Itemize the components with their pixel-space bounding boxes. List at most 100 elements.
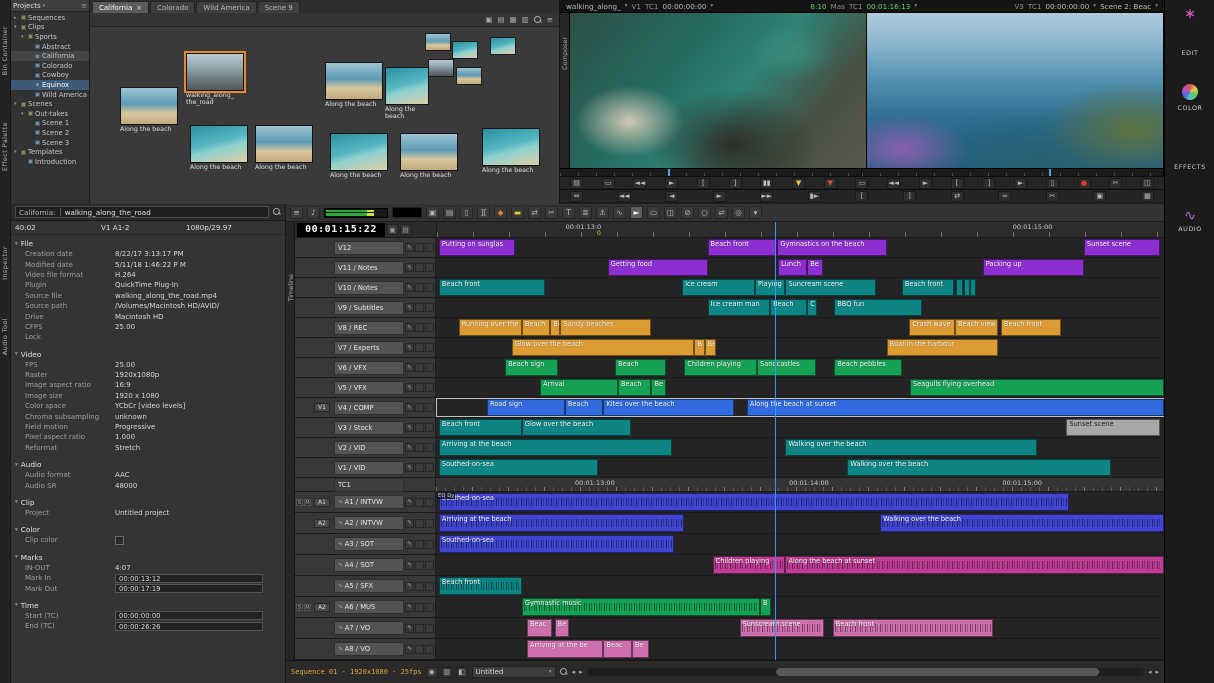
bin-clip-thumbnail[interactable]: Along the beach [482,128,540,174]
track-selector-v10-notes[interactable]: V10 / Notes [334,281,404,295]
timeline-clip[interactable] [964,279,970,296]
section-header-video[interactable]: ▾Video [11,349,285,360]
mini-frame[interactable] [490,37,516,55]
record-clip-dropdown[interactable]: Scene 2: Beac [1100,2,1151,11]
field-value-box[interactable]: 00:00:17:19 [115,584,263,593]
timeline-clip[interactable]: Kites over the beach [603,399,734,416]
track-lock-toggle[interactable] [425,343,434,352]
rewind-record-button[interactable]: ◄◄ [887,178,900,189]
scroll-right-icon[interactable]: ▸ [579,668,583,676]
track-lane-a4-sot[interactable]: Children playingAlong the beach at sunse… [436,555,1164,575]
track-monitor-toggle[interactable] [415,519,424,528]
track-selector-v11-notes[interactable]: V11 / Notes [334,261,404,275]
nav-color[interactable]: COLOR [1165,84,1214,112]
tree-item-scenes[interactable]: ▾Scenes [11,99,89,109]
mute-button[interactable]: M [304,604,311,611]
timeline-clip[interactable]: Arriving at the beach [439,514,684,532]
timeline-clip[interactable]: Be [651,379,666,396]
mini-frame[interactable] [456,67,482,85]
tree-item-equinox[interactable]: Equinox [11,80,89,90]
timeline-scrollbar[interactable] [587,668,1144,676]
track-lane-v7-experts[interactable]: Glow over the beachBBeBoat in the harbou… [436,338,1164,357]
timeline-clip[interactable]: Beach [522,319,550,336]
chevron-down-icon[interactable]: ▾ [1093,3,1096,9]
track-edit-icon[interactable]: ✎ [405,519,414,528]
timeline-clip[interactable]: Arriving at the be [527,640,603,658]
track-lane-v3-stock[interactable]: Beach frontGlow over the beachSunset sce… [436,418,1164,437]
track-edit-icon[interactable]: ✎ [405,303,414,312]
tree-item-scene-1[interactable]: Scene 1 [11,119,89,129]
tree-item-abstract[interactable]: Abstract [11,42,89,52]
timeline-clip[interactable]: Beach front [708,239,778,256]
track-edit-icon[interactable]: ✎ [405,561,414,570]
chevron-down-icon[interactable]: ▾ [43,3,46,9]
track-edit-icon[interactable]: ✎ [405,423,414,432]
track-lane-v10-notes[interactable]: Beach frontIce creamPlayingSuncream scen… [436,278,1164,297]
track-lock-toggle[interactable] [425,443,434,452]
track-selector-a1-intvw[interactable]: ∿A1 / INTVW [334,495,404,509]
timeline-clip[interactable]: Be [705,339,717,356]
track-monitor-toggle[interactable] [415,343,424,352]
timeline-clip[interactable]: Beach front [902,279,954,296]
track-lane-a6-mus[interactable]: Gymnastic musicB [436,597,1164,617]
scroll-left-icon[interactable]: ◂ [572,668,576,676]
timeline-rail[interactable]: Timeline [286,222,295,660]
tree-item-cowboy[interactable]: Cowboy [11,71,89,81]
timeline-clip[interactable]: Walking over the beach [785,439,1036,456]
master-label[interactable]: Mas [831,2,845,11]
timeline-clip[interactable]: Suncream scene [785,279,876,296]
solo-button[interactable]: S [296,604,303,611]
master-tc-type[interactable]: TC1 [849,2,863,11]
track-edit-icon[interactable]: ✎ [405,645,414,654]
clip-color-checkbox[interactable] [115,536,124,545]
tree-item-clips[interactable]: ▾Clips [11,23,89,33]
timeline-clip[interactable]: Beach front [439,419,522,436]
source-monitor[interactable] [570,13,867,168]
timeline-clip[interactable]: Beach front [1001,319,1061,336]
timeline-clip[interactable]: Be [632,640,649,658]
track-selector-v2-vid[interactable]: V2 / VID [334,441,404,455]
track-monitor-toggle[interactable] [415,624,424,633]
step-forward-button[interactable]: ► [713,191,726,202]
timeline-clip[interactable]: Playing [755,279,786,296]
track-panel-icon[interactable]: ▤ [443,206,456,219]
track-edit-icon[interactable]: ✎ [405,383,414,392]
track-lane-v2-vid[interactable]: Arriving at the beachWalking over the be… [436,438,1164,457]
find-icon[interactable] [560,668,568,676]
track-lane-a8-vo[interactable]: Arriving at the beBeacBe [436,639,1164,659]
track-monitor-toggle[interactable] [415,243,424,252]
timeline-menu-icon[interactable]: ≡ [290,206,303,219]
tree-item-templates[interactable]: ▾Templates [11,147,89,157]
timeline-clip[interactable]: Along the beach at sunset [785,556,1164,574]
trim-mode-button[interactable]: ⇔ [570,191,583,202]
track-selector-v5-vfx[interactable]: V5 / VFX [334,381,404,395]
timeline-clip[interactable]: Seagulls flying overhead [910,379,1164,396]
timeline-clip[interactable]: Be [550,319,560,336]
track-monitor-toggle[interactable] [415,323,424,332]
track-monitor-toggle[interactable] [415,582,424,591]
record-monitor[interactable] [867,13,1164,168]
record-monitor-icon[interactable]: ◉ [426,667,438,678]
track-monitor-toggle[interactable] [415,403,424,412]
timeline-clip[interactable]: Beac [527,619,552,637]
track-edit-icon[interactable]: ✎ [405,582,414,591]
source-clip-dropdown[interactable]: walking_along_ [566,2,621,11]
timeline-clip[interactable]: C [807,299,817,316]
nav-audio[interactable]: ∿AUDIO [1165,208,1214,233]
timeline-clip[interactable] [956,279,963,296]
timeline-clip[interactable]: Southed-on-sea [439,493,1069,511]
track-edit-icon[interactable]: ✎ [405,243,414,252]
track-lock-toggle[interactable] [425,383,434,392]
tree-item-california[interactable]: California [11,51,89,61]
timeline-clip[interactable]: Glow over the beach [512,339,695,356]
source-tc-type[interactable]: TC1 [645,2,659,11]
mark-clip-button[interactable]: ▯ [1046,178,1059,189]
timeline-clip[interactable]: Be [807,259,822,276]
tab-close-icon[interactable]: × [136,4,142,12]
track-lock-toggle[interactable] [425,403,434,412]
track-edit-icon[interactable]: ✎ [405,263,414,272]
timeline-clip[interactable]: Southed-on-sea [439,535,674,553]
scroll-right-end-icon[interactable]: ▸ [1155,668,1159,676]
track-monitor-toggle[interactable] [415,540,424,549]
source-patch-button[interactable]: A1 [314,498,330,507]
